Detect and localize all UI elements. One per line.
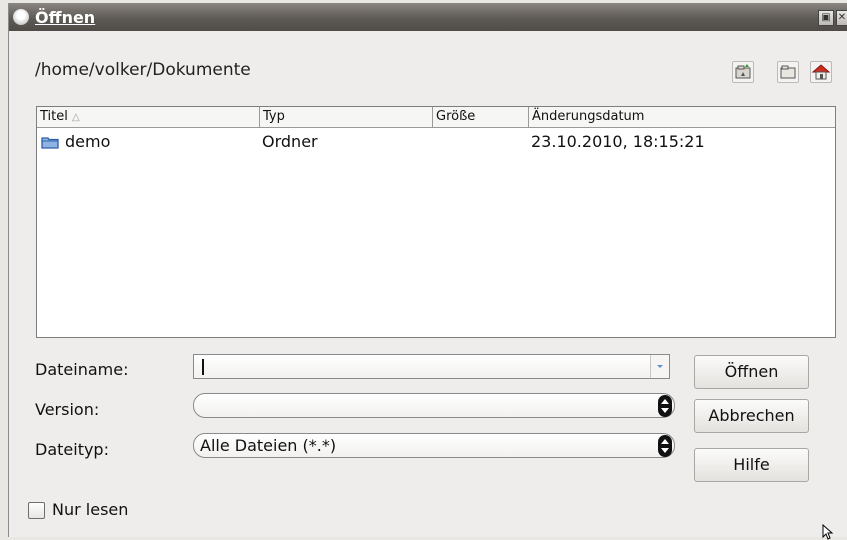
- current-path: /home/volker/Dokumente: [35, 60, 251, 80]
- close-icon[interactable]: ✕: [836, 10, 847, 26]
- filetype-select[interactable]: Alle Dateien (*.*): [193, 433, 675, 458]
- column-header-type[interactable]: Typ: [260, 107, 433, 127]
- folder-up-icon: [735, 64, 751, 79]
- default-directory-button[interactable]: [810, 61, 832, 83]
- new-folder-icon: [780, 65, 796, 79]
- file-list[interactable]: Titel △ Typ Größe Änderungsdatum demo Or…: [36, 106, 836, 338]
- maximize-icon[interactable]: ▣: [818, 10, 834, 26]
- filename-dropdown-button[interactable]: [650, 355, 669, 378]
- new-folder-button[interactable]: [777, 61, 799, 83]
- cancel-button[interactable]: Abbrechen: [694, 399, 809, 433]
- chevron-down-icon: [657, 365, 663, 368]
- readonly-label[interactable]: Nur lesen: [52, 500, 128, 519]
- column-header-modified[interactable]: Änderungsdatum: [529, 107, 835, 127]
- help-button[interactable]: Hilfe: [694, 448, 809, 482]
- open-button[interactable]: Öffnen: [694, 355, 809, 389]
- file-modified: 23.10.2010, 18:15:21: [531, 132, 705, 151]
- mouse-cursor-icon: [822, 524, 834, 540]
- app-icon: [13, 9, 29, 25]
- filename-input[interactable]: [193, 354, 670, 379]
- open-dialog: Öffnen ▣ ✕ /home/volker/Dokumente Titel …: [8, 3, 847, 540]
- home-icon: [811, 64, 831, 80]
- file-type: Ordner: [262, 132, 318, 151]
- list-item[interactable]: demo Ordner 23.10.2010, 18:15:21: [37, 131, 835, 153]
- text-caret: [202, 359, 204, 375]
- column-header-size[interactable]: Größe: [433, 107, 529, 127]
- window-title: Öffnen: [35, 8, 96, 27]
- folder-icon: [41, 137, 59, 149]
- updown-arrows-icon: [658, 395, 672, 417]
- readonly-checkbox[interactable]: [28, 502, 45, 519]
- filetype-label: Dateityp:: [35, 440, 109, 459]
- column-header-title[interactable]: Titel △: [37, 107, 260, 127]
- file-list-header: Titel △ Typ Größe Änderungsdatum: [37, 107, 835, 128]
- title-bar[interactable]: Öffnen ▣ ✕: [9, 3, 847, 31]
- sort-ascending-icon: △: [72, 112, 80, 123]
- file-name: demo: [65, 132, 111, 151]
- up-one-level-button[interactable]: [732, 61, 754, 83]
- version-select[interactable]: [193, 393, 675, 418]
- updown-arrows-icon: [658, 435, 672, 457]
- version-label: Version:: [35, 400, 100, 419]
- filename-label: Dateiname:: [35, 360, 129, 379]
